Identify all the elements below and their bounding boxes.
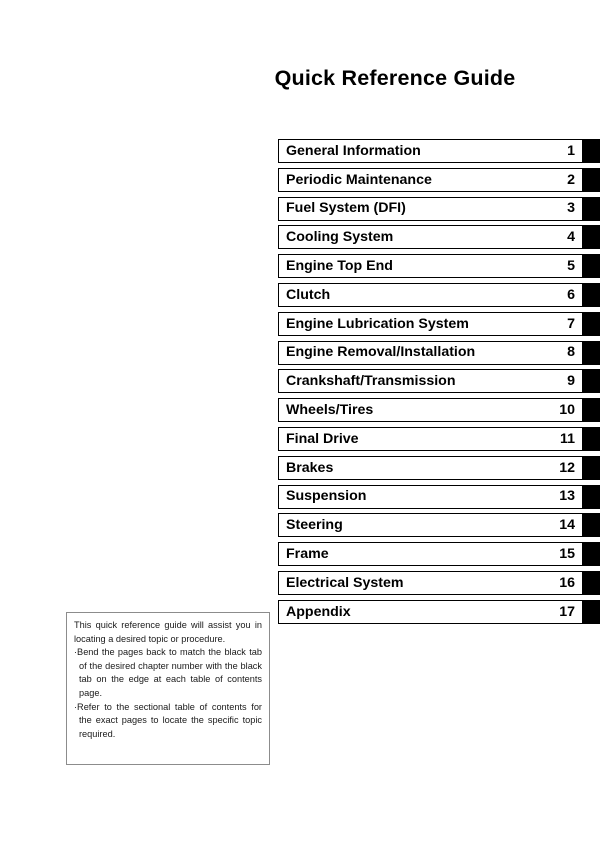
chapter-index-list: General Information 1 Periodic Maintenance… xyxy=(278,139,600,629)
chapter-black-tab xyxy=(583,254,600,279)
chapter-row[interactable]: Wheels/Tires 10 xyxy=(278,398,600,427)
chapter-row[interactable]: Final Drive 11 xyxy=(278,426,600,456)
chapter-label: Engine Top End xyxy=(286,258,393,275)
chapter-entry-appendix[interactable]: Appendix 17 xyxy=(278,599,583,624)
chapter-number: 13 xyxy=(559,488,575,505)
chapter-label: Wheels/Tires xyxy=(286,402,374,419)
chapter-entry-steering[interactable]: Steering 14 xyxy=(278,513,583,538)
chapter-row[interactable]: Clutch 6 xyxy=(278,282,600,312)
chapter-row[interactable]: Crankshaft/Transmission 9 xyxy=(278,369,600,398)
chapter-label: Brakes xyxy=(286,459,334,476)
chapter-row[interactable]: Engine Top End 5 xyxy=(278,254,600,283)
chapter-black-tab xyxy=(583,139,600,163)
chapter-number: 16 xyxy=(559,574,575,591)
chapter-entry-final-drive[interactable]: Final Drive 11 xyxy=(278,426,583,451)
chapter-number: 3 xyxy=(567,200,575,217)
chapter-black-tab xyxy=(583,369,600,394)
chapter-row[interactable]: Periodic Maintenance 2 xyxy=(278,167,600,197)
chapter-label: Frame xyxy=(286,546,329,563)
chapter-black-tab xyxy=(583,542,600,567)
chapter-black-tab xyxy=(583,599,600,624)
chapter-row[interactable]: Electrical System 16 xyxy=(278,570,600,600)
chapter-black-tab xyxy=(583,484,600,509)
chapter-entry-engine-lubrication-system[interactable]: Engine Lubrication System 7 xyxy=(278,311,583,336)
chapter-row[interactable]: Appendix 17 xyxy=(278,599,600,629)
chapter-entry-engine-top-end[interactable]: Engine Top End 5 xyxy=(278,254,583,279)
chapter-number: 12 xyxy=(559,459,575,476)
note-bullet-item: ·Refer to the sectional table of content… xyxy=(74,701,262,739)
chapter-entry-clutch[interactable]: Clutch 6 xyxy=(278,282,583,307)
chapter-row[interactable]: Frame 15 xyxy=(278,542,600,571)
note-intro-text: This quick reference guide will assist y… xyxy=(74,620,262,644)
chapter-label: Clutch xyxy=(286,286,331,303)
chapter-label: Final Drive xyxy=(286,430,359,447)
chapter-row[interactable]: Fuel System (DFI) 3 xyxy=(278,196,600,226)
chapter-number: 17 xyxy=(559,603,575,620)
chapter-black-tab xyxy=(583,225,600,250)
chapter-label: Cooling System xyxy=(286,229,394,246)
chapter-label: Fuel System (DFI) xyxy=(286,200,406,217)
chapter-label: Crankshaft/Transmission xyxy=(286,373,456,390)
chapter-number: 1 xyxy=(567,142,575,159)
chapter-label: Engine Lubrication System xyxy=(286,315,469,332)
chapter-row[interactable]: Steering 14 xyxy=(278,513,600,542)
chapter-number: 9 xyxy=(567,373,575,390)
chapter-number: 6 xyxy=(567,286,575,303)
chapter-black-tab xyxy=(583,455,600,480)
chapter-row[interactable]: General Information 1 xyxy=(278,139,600,168)
chapter-number: 4 xyxy=(567,229,575,246)
chapter-row[interactable]: Brakes 12 xyxy=(278,455,600,485)
chapter-label: Periodic Maintenance xyxy=(286,171,432,188)
page-title: Quick Reference Guide xyxy=(274,66,516,90)
chapter-row[interactable]: Suspension 13 xyxy=(278,484,600,514)
chapter-entry-wheels-tires[interactable]: Wheels/Tires 10 xyxy=(278,398,583,423)
chapter-entry-suspension[interactable]: Suspension 13 xyxy=(278,484,583,509)
chapter-label: General Information xyxy=(286,142,421,159)
chapter-label: Appendix xyxy=(286,603,351,620)
chapter-number: 15 xyxy=(559,546,575,563)
quick-reference-guide-page: Quick Reference Guide General Informatio… xyxy=(0,0,600,843)
chapter-entry-periodic-maintenance[interactable]: Periodic Maintenance 2 xyxy=(278,167,583,192)
chapter-label: Electrical System xyxy=(286,574,404,591)
chapter-black-tab xyxy=(583,282,600,307)
chapter-black-tab xyxy=(583,167,600,192)
chapter-black-tab xyxy=(583,426,600,451)
note-bullet-item: ·Bend the pages back to match the black … xyxy=(74,647,262,698)
chapter-row[interactable]: Engine Removal/Installation 8 xyxy=(278,340,600,370)
chapter-black-tab xyxy=(583,340,600,365)
chapter-black-tab xyxy=(583,196,600,221)
chapter-entry-frame[interactable]: Frame 15 xyxy=(278,542,583,567)
chapter-entry-brakes[interactable]: Brakes 12 xyxy=(278,455,583,480)
chapter-label: Engine Removal/Installation xyxy=(286,344,476,361)
chapter-black-tab xyxy=(583,398,600,423)
chapter-number: 7 xyxy=(567,315,575,332)
chapter-entry-electrical-system[interactable]: Electrical System 16 xyxy=(278,570,583,595)
chapter-number: 8 xyxy=(567,344,575,361)
chapter-entry-engine-removal-installation[interactable]: Engine Removal/Installation 8 xyxy=(278,340,583,365)
chapter-label: Steering xyxy=(286,517,343,534)
instruction-note-box: This quick reference guide will assist y… xyxy=(66,612,270,765)
chapter-row[interactable]: Cooling System 4 xyxy=(278,225,600,254)
chapter-number: 11 xyxy=(560,430,575,447)
chapter-entry-fuel-system-dfi[interactable]: Fuel System (DFI) 3 xyxy=(278,196,583,221)
chapter-entry-cooling-system[interactable]: Cooling System 4 xyxy=(278,225,583,250)
chapter-number: 14 xyxy=(559,517,575,534)
chapter-row[interactable]: Engine Lubrication System 7 xyxy=(278,311,600,341)
chapter-black-tab xyxy=(583,513,600,538)
chapter-black-tab xyxy=(583,311,600,336)
chapter-entry-crankshaft-transmission[interactable]: Crankshaft/Transmission 9 xyxy=(278,369,583,394)
chapter-entry-general-information[interactable]: General Information 1 xyxy=(278,139,583,163)
chapter-number: 10 xyxy=(559,402,575,419)
chapter-label: Suspension xyxy=(286,488,367,505)
chapter-number: 2 xyxy=(567,171,575,188)
chapter-number: 5 xyxy=(567,258,575,275)
chapter-black-tab xyxy=(583,570,600,595)
